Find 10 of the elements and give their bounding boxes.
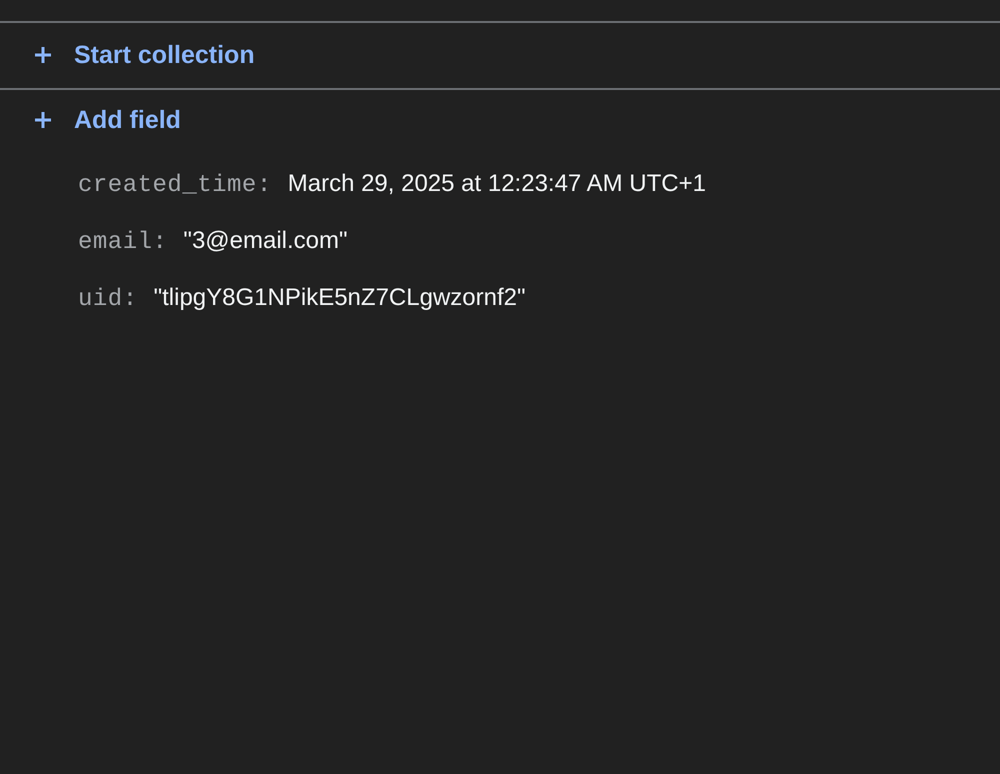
field-name: created_time: — [78, 171, 272, 201]
add-action-button[interactable]: Start collection — [34, 40, 255, 70]
field-name: email: — [78, 228, 168, 258]
field-value: "tlipgY8G1NPikE5nZ7CLgwzornf2" — [154, 283, 526, 313]
field-value: "3@email.com" — [183, 226, 348, 256]
plus-icon — [34, 111, 52, 129]
plus-icon — [34, 46, 52, 64]
field-value: March 29, 2025 at 12:23:47 AM UTC+1 — [288, 169, 706, 199]
add-action-button[interactable]: Add field — [34, 105, 181, 135]
field-name: uid: — [78, 285, 138, 315]
